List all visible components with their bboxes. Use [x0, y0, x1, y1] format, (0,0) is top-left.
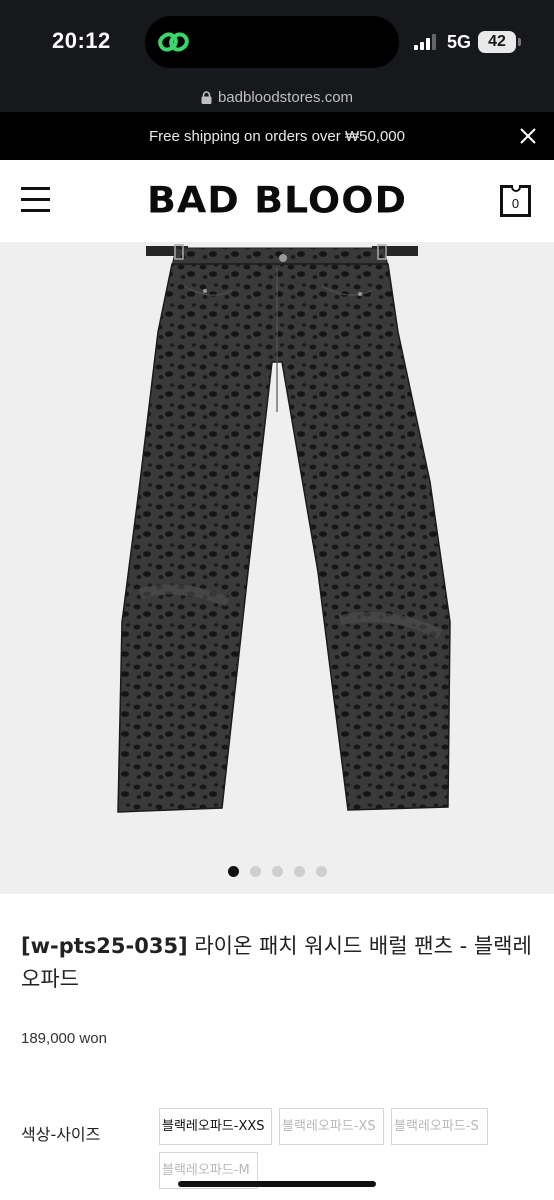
option-s[interactable]: 블랙레오파드-S: [391, 1108, 488, 1145]
site-header: BAD BLOOD 0: [0, 160, 554, 242]
home-indicator[interactable]: [178, 1181, 376, 1187]
product-photo-pants: [117, 244, 451, 813]
option-xs[interactable]: 블랙레오파드-XS: [279, 1108, 384, 1145]
promo-text: Free shipping on orders over ₩50,000: [149, 127, 405, 145]
battery-nub: [518, 38, 521, 46]
carousel-dot[interactable]: [227, 866, 239, 877]
bag-handle: [511, 185, 521, 192]
link-activity-icon: [158, 32, 189, 52]
option-xxs[interactable]: 블랙레오파드-XXS: [159, 1108, 272, 1145]
browser-url-bar[interactable]: badbloodstores.com: [0, 82, 554, 112]
battery-level: 42: [478, 31, 516, 53]
product-title: [w-pts25-035] 라이온 패치 워시드 배럴 팬츠 - 블랙레오파드: [21, 930, 536, 996]
brand-logo[interactable]: BAD BLOOD: [0, 179, 554, 221]
signal-icon: [414, 34, 436, 50]
product-code: [w-pts25-035]: [21, 934, 188, 958]
option-label: 색상-사이즈: [21, 1125, 101, 1144]
close-icon[interactable]: [518, 126, 538, 146]
lock-icon: [201, 90, 212, 104]
cart-count: 0: [511, 196, 520, 211]
product-image-carousel[interactable]: [0, 242, 554, 894]
url-text: badbloodstores.com: [217, 88, 354, 106]
network-type: 5G: [447, 32, 472, 52]
carousel-dot[interactable]: [249, 866, 261, 877]
carousel-pagination: [0, 866, 554, 877]
dynamic-island: [145, 16, 399, 68]
carousel-dot[interactable]: [293, 866, 305, 877]
carousel-dot[interactable]: [271, 866, 283, 877]
status-time: 20:12: [52, 28, 111, 53]
shopping-bag-icon[interactable]: 0: [500, 185, 531, 217]
promo-banner: Free shipping on orders over ₩50,000: [0, 112, 554, 160]
product-price: 189,000 won: [21, 1030, 107, 1047]
carousel-dot[interactable]: [315, 866, 327, 877]
status-bar: 20:12 5G 42: [0, 0, 554, 82]
